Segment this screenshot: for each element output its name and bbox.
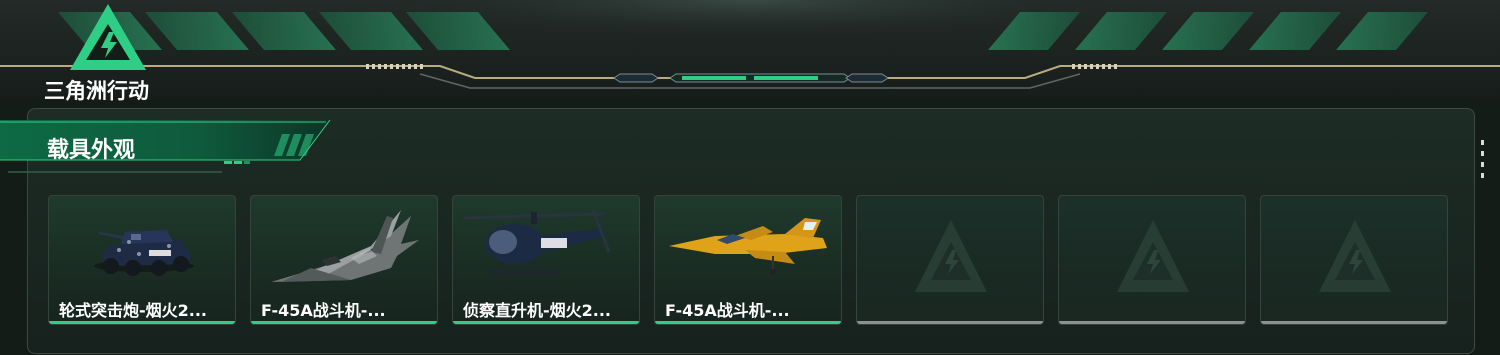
- vehicle-card[interactable]: 轮式突击炮-烟火2...: [48, 195, 236, 325]
- section-title: 载具外观: [47, 138, 136, 163]
- selection-bar: [1059, 321, 1245, 324]
- vehicle-name: 侦察直升机-烟火2...: [463, 301, 612, 320]
- lightning-triangle-icon: [70, 4, 146, 70]
- brand-name: 三角洲行动: [44, 79, 149, 103]
- empty-slot[interactable]: [1058, 195, 1246, 325]
- brand-logo: 三角洲行动: [44, 2, 179, 103]
- selection-bar: [49, 321, 235, 324]
- selection-bar: [251, 321, 437, 324]
- selection-bar: [655, 321, 841, 324]
- vehicle-card[interactable]: 侦察直升机-烟火2...: [452, 195, 640, 325]
- vehicle-name: 轮式突击炮-烟火2...: [59, 301, 208, 320]
- placeholder-triangle-icon: [1319, 220, 1391, 292]
- empty-slot[interactable]: [856, 195, 1044, 325]
- section-header: 载具外观: [0, 120, 335, 178]
- fighter-jet-image: [271, 210, 419, 282]
- vehicle-name: F-45A战斗机-...: [261, 301, 386, 320]
- vehicle-name: F-45A战斗机-...: [665, 301, 790, 320]
- scroll-indicator: [1481, 140, 1484, 184]
- fighter-jet-image: [669, 218, 827, 275]
- selection-bar: [1261, 321, 1447, 324]
- vehicle-card[interactable]: F-45A战斗机-...: [250, 195, 438, 325]
- vehicle-card[interactable]: F-45A战斗机-...: [654, 195, 842, 325]
- selection-bar: [857, 321, 1043, 324]
- scout-helicopter-image: [462, 209, 611, 274]
- empty-slot[interactable]: [1260, 195, 1448, 325]
- top-header: [0, 0, 1500, 100]
- placeholder-triangle-icon: [915, 220, 987, 292]
- selection-bar: [453, 321, 639, 324]
- placeholder-triangle-icon: [1117, 220, 1189, 292]
- wheeled-assault-gun-image: [94, 230, 194, 276]
